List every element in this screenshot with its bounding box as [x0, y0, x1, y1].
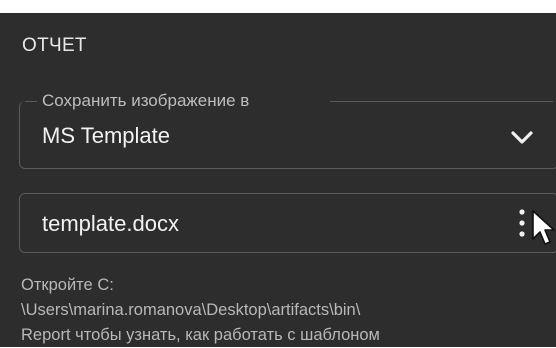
select-outline-top-right — [330, 101, 553, 102]
save-image-select-value[interactable]: MS Template — [42, 123, 170, 149]
save-image-select-label: Сохранить изображение в — [42, 91, 250, 110]
hint-line-3: Report чтобы узнать, как работать с шабл… — [21, 326, 380, 344]
mouse-cursor-icon — [532, 210, 555, 245]
chevron-down-icon[interactable] — [509, 127, 535, 147]
more-vert-icon[interactable] — [515, 207, 529, 239]
select-outline-top-left — [25, 101, 37, 102]
section-title: ОТЧЕТ — [22, 35, 87, 56]
report-settings-panel: ОТЧЕТ Сохранить изображение в MS Templat… — [0, 13, 556, 347]
template-file-name[interactable]: template.docx — [42, 211, 179, 237]
hint-line-2: \Users\marina.romanova\Desktop\artifacts… — [21, 301, 361, 319]
template-hint-text: Откройте C: \Users\marina.romanova\Deskt… — [21, 273, 556, 348]
hint-line-1: Откройте C: — [21, 276, 114, 294]
